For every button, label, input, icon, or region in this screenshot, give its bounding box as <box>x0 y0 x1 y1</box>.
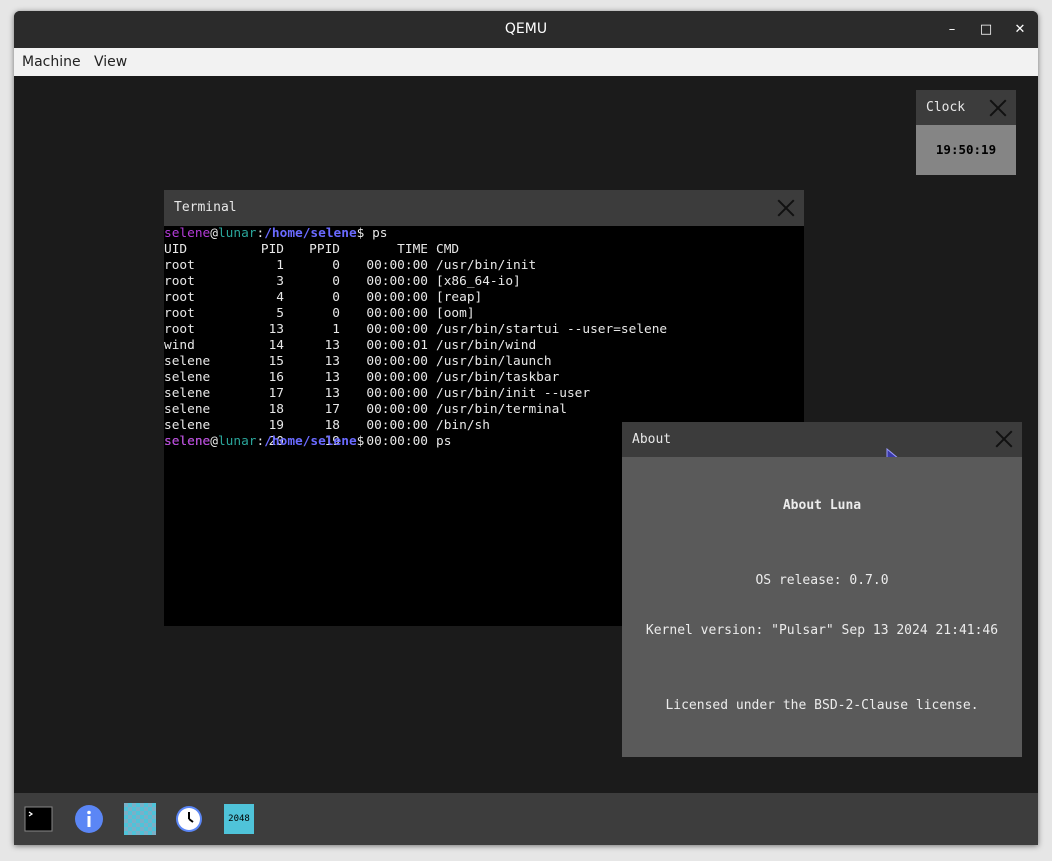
ps-row: root 13 1 00:00:00/usr/bin/startui --user=s… <box>164 322 804 338</box>
cmd-cell: /bin/sh <box>436 418 490 433</box>
cmd-cell: [reap] <box>436 290 483 305</box>
ps-row: selene 16 13 00:00:00/usr/bin/taskbar <box>164 370 804 386</box>
os-release: OS release: 0.7.0 <box>755 573 889 588</box>
minimize-button[interactable]: – <box>941 19 963 41</box>
time-cell: 00:00:00 <box>366 418 428 433</box>
cmd-cell: [x86_64-io] <box>436 274 521 289</box>
checkerboard-icon[interactable] <box>124 803 156 835</box>
prompt-at: @ <box>210 434 218 449</box>
prompt-at: @ <box>210 226 218 241</box>
time-cell: 00:00:00 <box>366 306 428 321</box>
menubar: Machine View <box>14 48 1038 77</box>
maximize-button[interactable]: □ <box>975 19 997 41</box>
cmd-cell: /usr/bin/wind <box>436 338 537 353</box>
prompt-host: lunar <box>217 434 257 449</box>
taskbar: 2048 <box>14 793 1038 845</box>
time-cell: 00:00:00 <box>366 386 428 401</box>
time-cell: 00:00:00 <box>366 258 428 273</box>
column-header: TIME <box>397 242 428 257</box>
close-button[interactable]: ✕ <box>1009 19 1031 41</box>
ps-row: root 5 0 00:00:00 [oom] <box>164 306 804 322</box>
clock-title: Clock <box>926 100 966 115</box>
about-window: About About Luna OS release: 0.7.0 Kerne… <box>622 422 1022 757</box>
cmd-cell: /usr/bin/taskbar <box>436 370 560 385</box>
window-title: QEMU <box>504 21 548 37</box>
typed-command: ps <box>364 226 388 241</box>
cmd-cell: /usr/bin/init --user <box>436 386 591 401</box>
qemu-titlebar[interactable]: QEMU – □ ✕ <box>14 11 1038 48</box>
ps-row: root 3 0 00:00:00 [x86_64-io] <box>164 274 804 290</box>
qemu-window: QEMU – □ ✕ Machine View Clock 19:50:19 T… <box>14 11 1038 845</box>
prompt-symbol: $ <box>356 434 365 449</box>
time-cell: 00:00:00 <box>366 322 428 337</box>
close-icon[interactable] <box>994 429 1014 449</box>
ps-row: selene 17 13 00:00:00/usr/bin/init --user <box>164 386 804 402</box>
cmd-cell: /usr/bin/init <box>436 258 537 273</box>
clock-window: Clock 19:50:19 <box>916 90 1016 175</box>
clock-titlebar[interactable]: Clock <box>916 90 1016 125</box>
ps-header: UID PID PPID TIME CMD <box>164 242 804 258</box>
cmd-cell: /usr/bin/launch <box>436 354 552 369</box>
ps-row: wind 14 13 00:00:01/usr/bin/wind <box>164 338 804 354</box>
cmd-cell: [oom] <box>436 306 475 321</box>
guest-desktop: Clock 19:50:19 Terminal selene@lunar:/ho… <box>14 76 1038 793</box>
about-heading: About Luna <box>782 498 862 513</box>
close-icon[interactable] <box>776 198 796 218</box>
time-cell: 00:00:00 <box>366 274 428 289</box>
about-content: About Luna OS release: 0.7.0 Kernel vers… <box>622 457 1022 757</box>
prompt-user: selene <box>164 434 211 449</box>
clock-time: 19:50:19 <box>916 125 1016 175</box>
game-2048-icon[interactable]: 2048 <box>224 804 254 834</box>
terminal-titlebar[interactable]: Terminal <box>164 190 804 226</box>
prompt-path: /home/selene <box>264 434 357 449</box>
kernel-version: Kernel version: "Pulsar" Sep 13 2024 21:… <box>645 623 999 638</box>
close-icon[interactable] <box>988 98 1008 118</box>
cmd-cell: ps <box>436 434 452 449</box>
clock-icon[interactable] <box>174 804 204 834</box>
prompt-line: selene@lunar:/home/selene$ ps <box>164 226 388 242</box>
cmd-cell: /usr/bin/terminal <box>436 402 567 417</box>
menu-view[interactable]: View <box>94 48 127 76</box>
terminal-title: Terminal <box>174 200 237 215</box>
prompt-user: selene <box>164 226 211 241</box>
time-cell: 00:00:00 <box>366 290 428 305</box>
about-title: About <box>632 432 672 447</box>
terminal-icon[interactable] <box>24 804 54 834</box>
cmd-cell: /usr/bin/startui --user=selene <box>436 322 668 337</box>
ps-row: root 4 0 00:00:00 [reap] <box>164 290 804 306</box>
ps-row: selene 18 17 00:00:00/usr/bin/terminal <box>164 402 804 418</box>
menu-machine[interactable]: Machine <box>22 48 81 76</box>
time-cell: 00:00:00 <box>366 354 428 369</box>
info-icon[interactable] <box>74 804 104 834</box>
time-cell: 00:00:01 <box>366 338 428 353</box>
prompt-path: /home/selene <box>264 226 357 241</box>
time-cell: 00:00:00 <box>366 370 428 385</box>
about-titlebar[interactable]: About <box>622 422 1022 468</box>
time-cell: 00:00:00 <box>366 402 428 417</box>
ps-row: root 1 0 00:00:00/usr/bin/init <box>164 258 804 274</box>
prompt-host: lunar <box>217 226 257 241</box>
column-header: CMD <box>436 242 460 257</box>
license-text: Licensed under the BSD-2-Clause license. <box>665 698 979 713</box>
prompt-line: selene@lunar:/home/selene$ <box>164 434 364 450</box>
ps-row: selene 15 13 00:00:00/usr/bin/launch <box>164 354 804 370</box>
